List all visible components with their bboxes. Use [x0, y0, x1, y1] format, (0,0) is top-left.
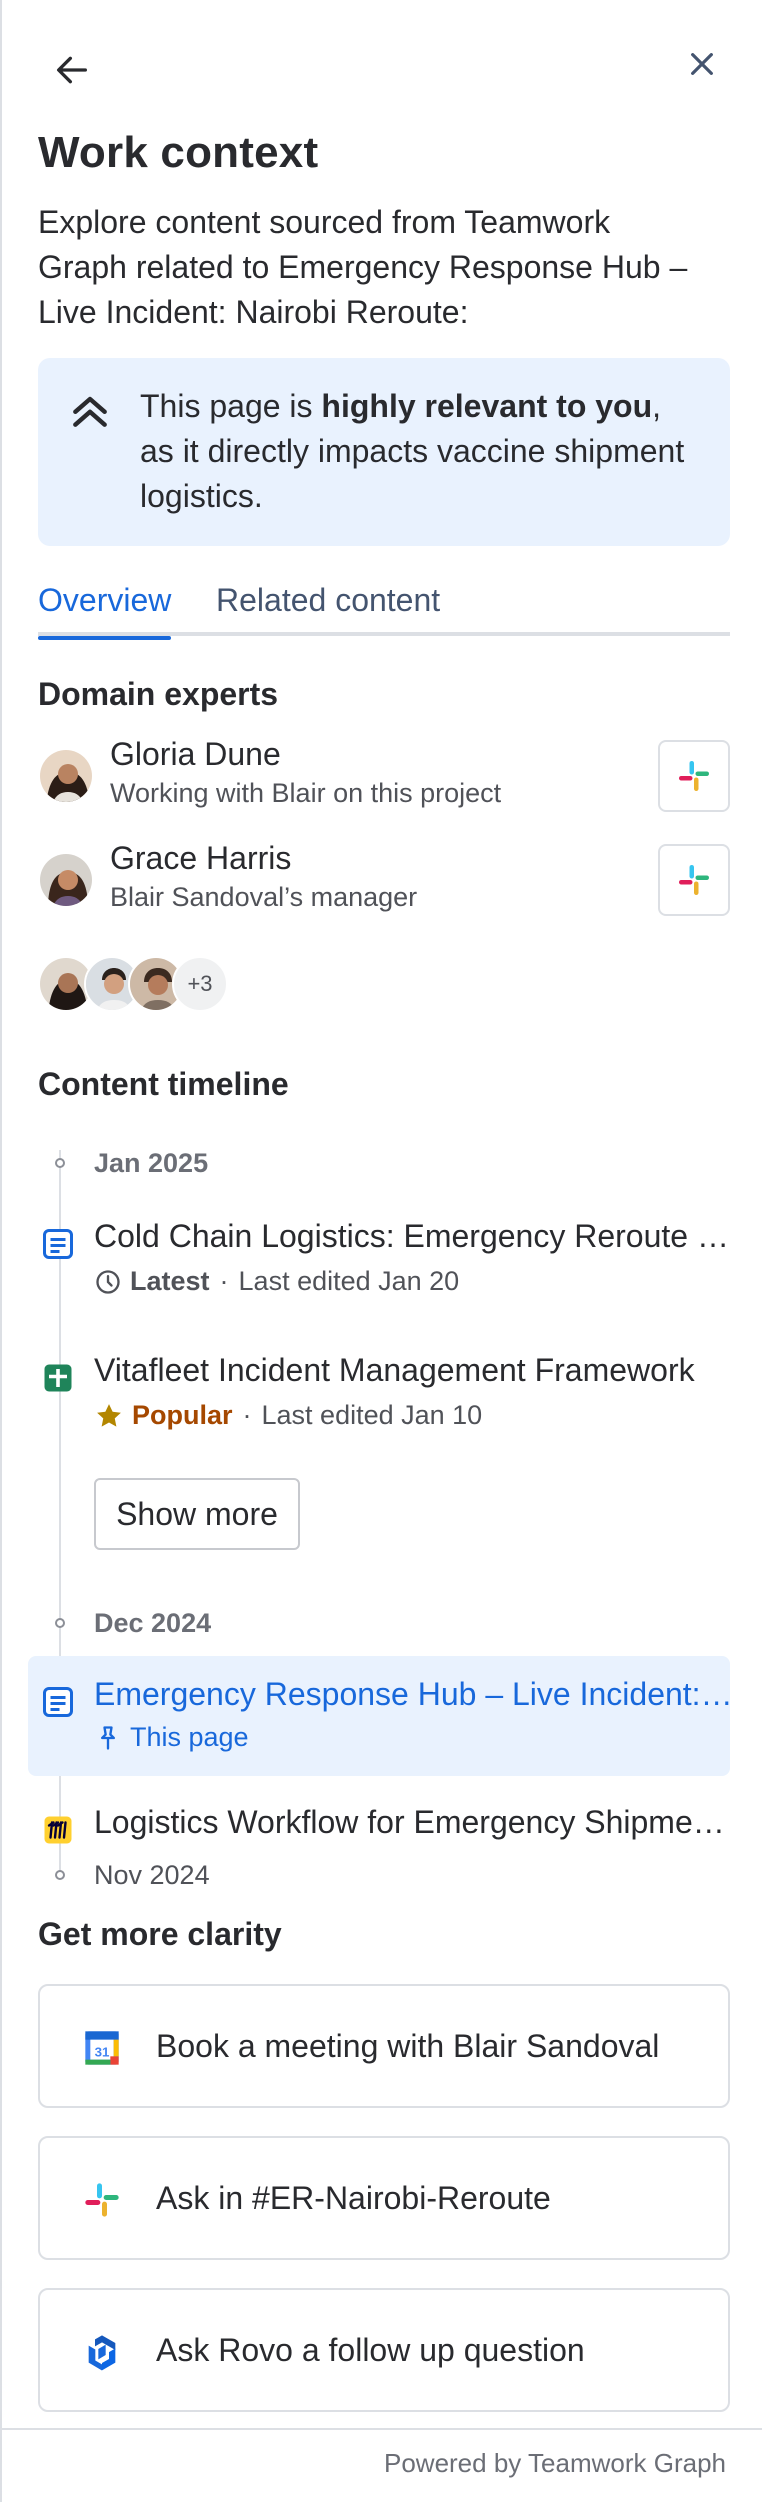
pin-icon [101, 1725, 116, 1750]
slack-icon [679, 865, 709, 895]
confluence-page-icon [43, 1687, 73, 1717]
confluence-page-icon [43, 1229, 73, 1259]
this-page-tag: This page [130, 1722, 249, 1752]
action-label: Ask in #ER-Nairobi-Reroute [156, 2180, 551, 2216]
domain-experts-heading: Domain experts [38, 676, 279, 712]
slack-icon [679, 761, 709, 791]
timeline-dot [55, 1870, 65, 1880]
star-icon [97, 1403, 121, 1427]
timeline-date: Dec 2024 [94, 1608, 212, 1638]
timeline-item-meta: Popular · Last edited Jan 10 [94, 1400, 482, 1431]
miro-board-icon [44, 1816, 72, 1844]
chevron-double-up-icon [73, 396, 107, 427]
back-button[interactable] [44, 42, 100, 98]
timeline-dot [55, 1158, 65, 1168]
timeline-item[interactable]: Logistics Workflow for Emergency Shipmen… [38, 1804, 730, 1852]
rovo-icon [88, 2335, 116, 2371]
relevance-text: This page is highly relevant to you, as … [140, 388, 685, 514]
timeline-item[interactable]: Vitafleet Incident Management Framework … [38, 1352, 730, 1436]
timeline-item-title[interactable]: Logistics Workflow for Emergency Shipmen… [94, 1804, 730, 1841]
expert-name: Grace Harris [110, 840, 292, 876]
spreadsheet-icon [44, 1364, 72, 1392]
expert-row[interactable]: Gloria Dune Working with Blair on this p… [38, 736, 730, 816]
footer-divider [2, 2428, 762, 2430]
tab-related-content[interactable]: Related content [216, 582, 440, 619]
more-experts-avatar-group[interactable]: +3 [38, 956, 238, 1012]
action-label: Ask Rovo a follow up question [156, 2332, 585, 2368]
last-edited: Last edited Jan 10 [261, 1400, 483, 1430]
timeline-item-title[interactable]: Vitafleet Incident Management Framework [94, 1352, 730, 1389]
timeline-dot [55, 1618, 65, 1628]
panel-description: Explore content sourced from Teamwork Gr… [38, 204, 688, 330]
expert-role: Blair Sandoval’s manager [110, 882, 418, 912]
expert-row[interactable]: Grace Harris Blair Sandoval’s manager [38, 840, 730, 920]
arrow-left-icon [57, 56, 88, 84]
more-experts-count: +3 [172, 956, 228, 1012]
ask-channel-button[interactable]: Ask in #ER-Nairobi-Reroute [38, 2136, 730, 2260]
get-more-clarity-heading: Get more clarity [38, 1916, 282, 1952]
timeline-item-title[interactable]: Emergency Response Hub – Live Incident: … [94, 1676, 734, 1713]
last-edited: Last edited Jan 20 [238, 1266, 460, 1296]
timeline-item-meta: Latest · Last edited Jan 20 [94, 1266, 459, 1297]
slack-message-button[interactable] [658, 844, 730, 916]
close-icon [691, 53, 713, 75]
slack-icon [85, 2183, 119, 2217]
tab-bar: Overview Related content [38, 578, 730, 640]
timeline-item[interactable]: Cold Chain Logistics: Emergency Reroute … [38, 1218, 730, 1302]
book-meeting-button[interactable]: 31 Book a meeting with Blair Sandoval [38, 1984, 730, 2108]
latest-tag: Latest [130, 1266, 210, 1296]
timeline-date: Nov 2024 [94, 1860, 210, 1890]
expert-name: Gloria Dune [110, 736, 281, 772]
relevance-banner: This page is highly relevant to you, as … [38, 358, 730, 546]
work-context-panel: Work context Explore content sourced fro… [0, 0, 762, 2502]
action-label: Book a meeting with Blair Sandoval [156, 2028, 660, 2064]
timeline-item-meta: This page [94, 1722, 249, 1753]
page-title: Work context [38, 128, 319, 177]
google-calendar-icon: 31 [85, 2031, 119, 2065]
close-button[interactable] [674, 36, 730, 92]
avatar [38, 748, 94, 804]
slack-message-button[interactable] [658, 740, 730, 812]
avatar [38, 852, 94, 908]
popular-tag: Popular [132, 1400, 233, 1430]
timeline-item-title[interactable]: Cold Chain Logistics: Emergency Reroute … [94, 1218, 730, 1255]
svg-text:31: 31 [95, 2044, 110, 2059]
clock-icon [96, 1269, 120, 1294]
relevance-highlight: highly relevant to you [321, 388, 653, 424]
tab-overview[interactable]: Overview [38, 582, 172, 640]
show-more-button[interactable]: Show more [94, 1478, 300, 1550]
content-timeline-heading: Content timeline [38, 1066, 289, 1102]
expert-role: Working with Blair on this project [110, 778, 502, 808]
footer-text: Powered by Teamwork Graph [383, 2448, 726, 2478]
ask-rovo-button[interactable]: Ask Rovo a follow up question [38, 2288, 730, 2412]
timeline-item-current[interactable]: Emergency Response Hub – Live Incident: … [38, 1676, 734, 1760]
timeline-date: Jan 2025 [94, 1148, 209, 1178]
